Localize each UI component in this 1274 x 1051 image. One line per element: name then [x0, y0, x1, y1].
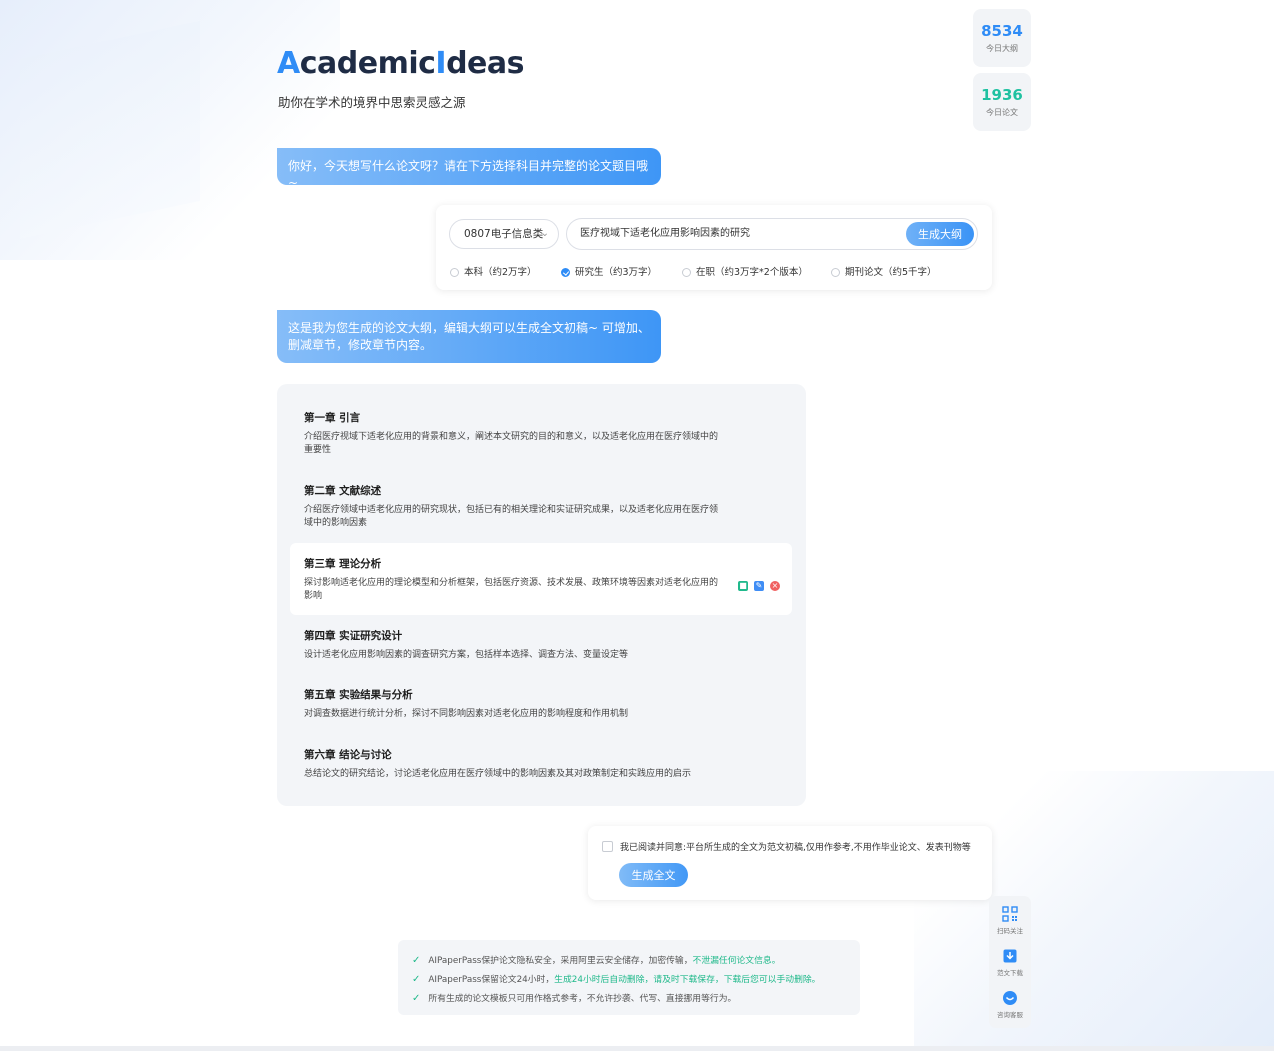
- chapter-description: 探讨影响适老化应用的理论模型和分析框架，包括医疗资源、技术发展、政策环境等因素对…: [304, 578, 719, 601]
- stat-today-outlines: 8534 今日大纲: [973, 9, 1031, 67]
- radio-circle-icon: [682, 268, 691, 277]
- topic-input-value: 医疗视域下适老化应用影响因素的研究: [580, 228, 750, 239]
- chapter-description: 对调查数据进行统计分析，探讨不同影响因素对适老化应用的影响程度和作用机制: [304, 709, 629, 719]
- radio-label: 在职（约3万字*2个版本）: [696, 267, 808, 278]
- chapter-title: 第二章 文献综述: [304, 485, 382, 497]
- tool-label: 范文下载: [997, 969, 1023, 977]
- delete-icon[interactable]: ×: [770, 581, 780, 591]
- background-decoration-bottom-right: [914, 771, 1274, 1051]
- greeting-message: 你好，今天想写什么论文呀？请在下方选择科目并完整的论文题目哦~: [277, 148, 661, 190]
- generate-fulltext-button[interactable]: 生成全文: [619, 863, 688, 887]
- notice-line: ✓ AIPaperPass保留论文24小时，生成24小时后自动删除，请及时下载保存…: [412, 974, 821, 985]
- radio-graduate[interactable]: 研究生（约3万字）: [561, 264, 657, 278]
- chapter-item[interactable]: 第一章 引言 介绍医疗视域下适老化应用的背景和意义，阐述本文研究的目的和意义，以…: [290, 410, 792, 457]
- stat-today-papers: 1936 今日论文: [973, 73, 1031, 131]
- chat-icon: [1003, 991, 1017, 1005]
- edit-icon[interactable]: ✎: [754, 581, 764, 591]
- customer-service-button[interactable]: 咨询客服: [989, 990, 1031, 1019]
- check-icon: ✓: [412, 993, 421, 1004]
- agreement-checkbox[interactable]: 我已阅读并同意:平台所生成的全文为范文初稿,仅用作参考,不用作毕业论文、发表刊物…: [602, 840, 971, 853]
- background-decoration-top-left: [0, 0, 340, 260]
- outline-intro-message: 这是我为您生成的论文大纲，编辑大纲可以生成全文初稿~ 可增加、删减章节，修改章节…: [277, 310, 661, 363]
- outline-generator-card: 0807电子信息类 ⌄ 医疗视域下适老化应用影响因素的研究 生成大纲 本科（约2…: [436, 205, 992, 290]
- stat-value: 1936: [981, 86, 1023, 104]
- check-icon: ✓: [412, 955, 421, 966]
- radio-journal[interactable]: 期刊论文（约5千字）: [831, 264, 937, 278]
- chapter-item[interactable]: 第四章 实证研究设计 设计适老化应用影响因素的调查研究方案，包括样本选择、调查方…: [290, 628, 792, 662]
- sample-download-button[interactable]: 范文下载: [989, 948, 1031, 977]
- chapter-description: 介绍医疗领域中适老化应用的研究现状，包括已有的相关理论和实证研究成果，以及适老化…: [304, 505, 719, 528]
- checkbox-icon: [602, 841, 613, 852]
- chapter-description: 设计适老化应用影响因素的调查研究方案，包括样本选择、调查方法、变量设定等: [304, 650, 629, 660]
- chapter-item[interactable]: 第五章 实验结果与分析 对调查数据进行统计分析，探讨不同影响因素对适老化应用的影…: [290, 687, 792, 721]
- radio-label: 本科（约2万字）: [464, 267, 537, 278]
- chapter-item[interactable]: 第二章 文献综述 介绍医疗领域中适老化应用的研究现状，包括已有的相关理论和实证研…: [290, 483, 792, 530]
- tool-label: 咨询客服: [997, 1011, 1023, 1019]
- stat-label: 今日论文: [986, 108, 1018, 117]
- chapter-title: 第六章 结论与讨论: [304, 749, 392, 761]
- chapter-description: 介绍医疗视域下适老化应用的背景和意义，阐述本文研究的目的和意义，以及适老化应用在…: [304, 432, 719, 455]
- chevron-down-icon: ⌄: [540, 228, 549, 239]
- fulltext-card: 我已阅读并同意:平台所生成的全文为范文初稿,仅用作参考,不用作毕业论文、发表刊物…: [588, 826, 992, 900]
- tagline: 助你在学术的境界中思索灵感之源: [278, 95, 466, 110]
- background-decoration-cube: [20, 20, 200, 240]
- stat-label: 今日大纲: [986, 44, 1018, 53]
- subject-select-value: 0807电子信息类: [464, 228, 544, 240]
- chapter-title: 第五章 实验结果与分析: [304, 689, 413, 701]
- topic-input[interactable]: 医疗视域下适老化应用影响因素的研究 生成大纲: [566, 218, 978, 250]
- radio-label: 研究生（约3万字）: [575, 267, 658, 278]
- radio-circle-icon: [450, 268, 459, 277]
- chapter-description: 总结论文的研究结论，讨论适老化应用在医疗领域中的影响因素及其对政策制定和实践应用…: [304, 769, 692, 779]
- subject-select[interactable]: 0807电子信息类 ⌄: [449, 219, 559, 249]
- check-icon: ✓: [412, 974, 421, 985]
- tool-label: 扫码关注: [997, 927, 1023, 935]
- page-bottom-divider: [0, 1046, 1274, 1051]
- follow-qr-button[interactable]: 扫码关注: [989, 906, 1031, 935]
- chapter-title: 第四章 实证研究设计: [304, 630, 403, 642]
- qr-code-icon: [1002, 906, 1018, 922]
- radio-label: 期刊论文（约5千字）: [845, 267, 937, 278]
- chapter-title: 第三章 理论分析: [304, 558, 382, 570]
- radio-in-service[interactable]: 在职（约3万字*2个版本）: [682, 264, 808, 278]
- radio-undergraduate[interactable]: 本科（约2万字）: [450, 264, 537, 278]
- stat-value: 8534: [981, 22, 1023, 40]
- chapter-title: 第一章 引言: [304, 412, 361, 424]
- notice-line: ✓ 所有生成的论文模板只可用作格式参考，不允许抄袭、代写、直接挪用等行为。: [412, 993, 737, 1004]
- chapter-item[interactable]: 第六章 结论与讨论 总结论文的研究结论，讨论适老化应用在医疗领域中的影响因素及其…: [290, 747, 792, 781]
- download-icon: [1003, 949, 1017, 963]
- agreement-text: 我已阅读并同意:平台所生成的全文为范文初稿,仅用作参考,不用作毕业论文、发表刊物…: [620, 843, 971, 853]
- privacy-notice: ✓ AIPaperPass保护论文隐私安全，采用阿里云安全储存，加密传输，不泄漏任…: [398, 940, 860, 1015]
- radio-checked-icon: [561, 268, 570, 277]
- notice-line: ✓ AIPaperPass保护论文隐私安全，采用阿里云安全储存，加密传输，不泄漏任…: [412, 955, 781, 966]
- logo: AcademicIdeas: [277, 46, 524, 81]
- outline-panel: 第一章 引言 介绍医疗视域下适老化应用的背景和意义，阐述本文研究的目的和意义，以…: [277, 384, 806, 806]
- chapter-actions: ■ ✎ ×: [732, 573, 780, 592]
- radio-circle-icon: [831, 268, 840, 277]
- generate-outline-button[interactable]: 生成大纲: [906, 222, 974, 246]
- save-icon[interactable]: ■: [738, 581, 748, 591]
- side-toolbar: 扫码关注 范文下载 咨询客服: [989, 896, 1031, 1028]
- chapter-item-active[interactable]: 第三章 理论分析 探讨影响适老化应用的理论模型和分析框架，包括医疗资源、技术发展…: [290, 543, 792, 615]
